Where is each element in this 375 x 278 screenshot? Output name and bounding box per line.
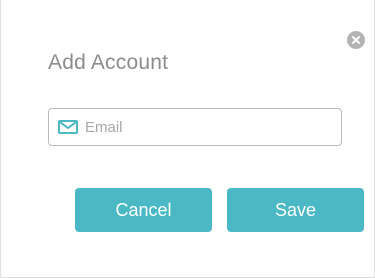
add-account-dialog: Add Account Cancel Save <box>0 0 375 278</box>
save-button[interactable]: Save <box>227 188 364 232</box>
dialog-title: Add Account <box>48 51 169 74</box>
close-icon <box>352 36 360 44</box>
email-input[interactable] <box>85 118 325 136</box>
email-field[interactable] <box>48 108 342 146</box>
close-button[interactable] <box>347 31 365 49</box>
cancel-button[interactable]: Cancel <box>75 188 212 232</box>
envelope-icon <box>58 120 78 134</box>
